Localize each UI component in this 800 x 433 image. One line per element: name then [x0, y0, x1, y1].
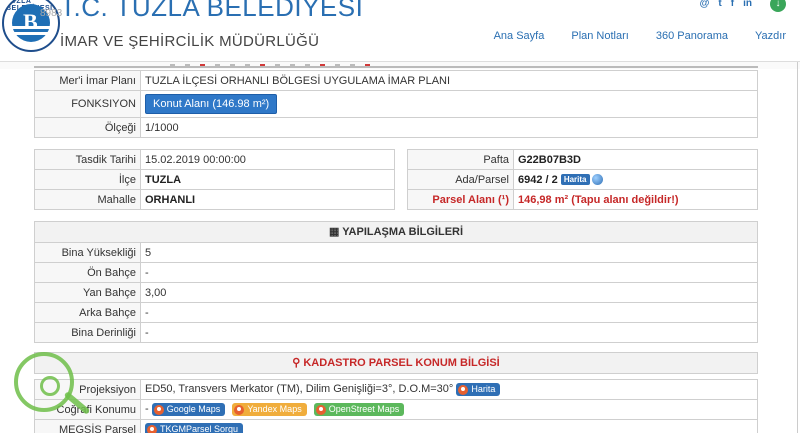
tasdik-value: 15.02.2019 00:00:00 — [140, 149, 395, 170]
row-label: Ön Bahçe — [34, 262, 141, 283]
ada-parsel-value: 6942 / 2 — [518, 173, 558, 186]
google-maps-label: Google Maps — [166, 404, 221, 415]
google-maps-button[interactable]: Google Maps — [151, 403, 226, 416]
konut-alani-button[interactable]: Konut Alanı (146.98 m²) — [145, 94, 278, 114]
location-table: Tasdik Tarihi 15.02.2019 00:00:00 İlçe T… — [34, 149, 395, 210]
megsis-label: MEGSİS Parsel — [34, 419, 141, 433]
email-icon[interactable]: @ — [700, 0, 710, 9]
download-icon[interactable]: ↓ — [770, 0, 786, 12]
pafta-value: G22B07B3D — [513, 149, 758, 170]
row-value: 5 — [140, 242, 758, 263]
cografi-cell: - Google Maps Yandex Maps OpenStreet Map… — [140, 399, 758, 420]
projeksiyon-cell: ED50, Transvers Merkator (TM), Dilim Gen… — [140, 379, 758, 400]
kadastro-header: ⚲ KADASTRO PARSEL KONUM BİLGİSİ — [34, 352, 758, 374]
pafta-label: Pafta — [407, 149, 514, 170]
harita-button[interactable]: Harita — [560, 174, 590, 186]
ghost-text: 8983 — [40, 8, 63, 19]
mahalle-label: Mahalle — [34, 189, 141, 210]
parcel-table: Pafta G22B07B3D Ada/Parsel 6942 / 2 Hari… — [407, 149, 758, 210]
building-icon: ▦ — [328, 226, 340, 238]
row-value: - — [140, 322, 758, 343]
fonksiyon-cell: Konut Alanı (146.98 m²) — [140, 90, 758, 118]
nav-home[interactable]: Ana Sayfa — [494, 30, 545, 42]
cografi-dash: - — [145, 403, 149, 416]
row-value: - — [140, 262, 758, 283]
yandex-maps-label: Yandex Maps — [247, 404, 302, 415]
projeksiyon-harita-button[interactable]: Harita — [456, 383, 501, 396]
page-header: TUZLA BELEDİYESİ B 8983 T.C. TUZLA BELED… — [0, 0, 800, 62]
projeksiyon-value: ED50, Transvers Merkator (TM), Dilim Gen… — [145, 383, 454, 396]
ada-parsel-label: Ada/Parsel — [407, 169, 514, 190]
yapilasma-header: ▦ YAPILAŞMA BİLGİLERİ — [34, 221, 758, 243]
nav-panorama[interactable]: 360 Panorama — [656, 30, 728, 42]
map-pin-icon: ⚲ — [292, 357, 301, 369]
social-links: @ t f in — [700, 0, 752, 9]
yapilasma-title: YAPILAŞMA BİLGİLERİ — [342, 226, 464, 238]
yandex-maps-button[interactable]: Yandex Maps — [232, 403, 307, 416]
magnifier-watermark-icon — [14, 352, 74, 412]
kadastro-title: KADASTRO PARSEL KONUM BİLGİSİ — [303, 357, 500, 369]
section-divider — [34, 66, 758, 68]
olcek-label: Ölçeği — [34, 117, 141, 138]
row-label: Arka Bahçe — [34, 302, 141, 323]
logo-letter: B — [23, 9, 38, 34]
meri-plan-label: Mer'i İmar Planı — [34, 70, 141, 91]
page-right-border — [797, 62, 798, 433]
meri-plan-value: TUZLA İLÇESİ ORHANLI BÖLGESİ UYGULAMA İM… — [140, 70, 758, 91]
tasdik-label: Tasdik Tarihi — [34, 149, 141, 170]
kadastro-table: Projeksiyon ED50, Transvers Merkator (TM… — [34, 379, 758, 433]
olcek-value: 1/1000 — [140, 117, 758, 138]
tkgm-parsel-button[interactable]: TKGMParsel Sorgu — [145, 423, 244, 433]
megsis-cell: TKGMParsel Sorgu — [140, 419, 758, 433]
map-marker-icon — [234, 404, 245, 415]
brand-title[interactable]: T.C. TUZLA BELEDİYESİ — [60, 0, 363, 23]
row-value: 3,00 — [140, 282, 758, 303]
row-label: Yan Bahçe — [34, 282, 141, 303]
ada-parsel-cell: 6942 / 2 Harita — [513, 169, 758, 190]
map-marker-icon — [153, 404, 164, 415]
fonksiyon-label: FONKSIYON — [34, 90, 141, 118]
openstreet-maps-button[interactable]: OpenStreet Maps — [313, 403, 405, 416]
openstreet-maps-label: OpenStreet Maps — [328, 404, 400, 415]
parsel-alani-value: 146,98 m² (Tapu alanı değildir!) — [513, 189, 758, 210]
ilce-value: TUZLA — [140, 169, 395, 190]
nav-print[interactable]: Yazdır — [755, 30, 786, 42]
linkedin-icon[interactable]: in — [743, 0, 752, 9]
nav-plan-notes[interactable]: Plan Notları — [571, 30, 628, 42]
map-marker-icon — [315, 404, 326, 415]
facebook-icon[interactable]: f — [731, 0, 734, 9]
plan-table: Mer'i İmar Planı TUZLA İLÇESİ ORHANLI BÖ… — [34, 70, 758, 138]
row-value: - — [140, 302, 758, 323]
row-label: Bina Yüksekliği — [34, 242, 141, 263]
mahalle-value: ORHANLI — [140, 189, 395, 210]
twitter-icon[interactable]: t — [718, 0, 721, 9]
brand-subtitle: İMAR VE ŞEHİRCİLİK MÜDÜRLÜĞÜ — [60, 33, 320, 50]
map-marker-icon — [458, 384, 469, 395]
projeksiyon-harita-label: Harita — [471, 384, 496, 395]
globe-icon[interactable] — [591, 174, 603, 186]
row-label: Bina Derinliği — [34, 322, 141, 343]
map-marker-icon — [147, 424, 157, 433]
ilce-label: İlçe — [34, 169, 141, 190]
main-nav: Ana Sayfa Plan Notları 360 Panorama Yazd… — [494, 30, 786, 42]
tkgm-parsel-label: TKGMParsel Sorgu — [160, 424, 239, 433]
parsel-alani-label: Parsel Alanı (¹) — [407, 189, 514, 210]
yapilasma-table: Bina Yüksekliği 5 Ön Bahçe - Yan Bahçe 3… — [34, 242, 758, 343]
